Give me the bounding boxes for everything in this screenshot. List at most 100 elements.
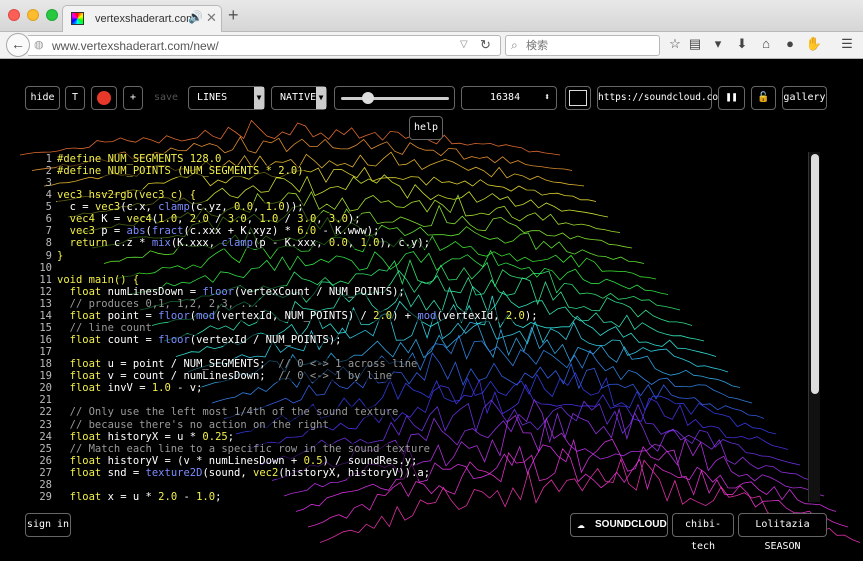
code-line[interactable]: 8 return c.z * mix(K.xxx, clamp(p - K.xx…	[36, 237, 431, 250]
code-line[interactable]: 20 float invV = 1.0 - v;	[36, 382, 203, 395]
code-token: float	[57, 382, 102, 395]
close-tab-icon[interactable]: ✕	[206, 10, 217, 26]
code-line[interactable]: 14 float point = floor(mod(vertexId, NUM…	[36, 309, 538, 322]
slider-thumb[interactable]	[362, 92, 375, 104]
back-button[interactable]: ←	[6, 33, 30, 57]
help-button[interactable]: help	[409, 116, 443, 140]
soundcloud-button[interactable]: ☁ SOUNDCLOUD	[570, 513, 668, 537]
code-line[interactable]: 24 float historyX = u * 0.25;	[36, 430, 235, 443]
code-line[interactable]: 12 float numLinesDown = floor(vertexCoun…	[36, 285, 405, 298]
code-line[interactable]: 7 vec3 p = abs(fract(c.xxx + K.xyz) * 6.…	[36, 225, 380, 238]
code-line[interactable]: 11 void main() {	[36, 273, 140, 286]
line-number: 13	[39, 297, 52, 310]
blend-select[interactable]: NATIVE ▼	[271, 86, 327, 110]
download-icon[interactable]: ⬇	[733, 36, 751, 52]
code-line[interactable]: 26 float historyV = (v * numLinesDown + …	[36, 454, 418, 467]
background-color-picker[interactable]	[565, 86, 591, 110]
close-window-button[interactable]	[8, 9, 20, 21]
search-input[interactable]	[526, 38, 656, 53]
code-token: 2.0	[373, 309, 393, 322]
line-number: 17	[39, 346, 52, 359]
code-token: texture2D	[145, 466, 203, 479]
code-text: float snd = texture2D(sound, vec2(histor…	[57, 466, 431, 479]
code-line[interactable]: 29 float x = u * 2.0 - 1.0;	[36, 490, 222, 503]
code-token: return	[57, 237, 108, 250]
menu-icon[interactable]: ☰	[838, 36, 856, 52]
new-button[interactable]: +	[123, 86, 143, 110]
url-bar[interactable]: ◍ www.vertexshaderart.com/new/ ▽ ↻	[28, 35, 501, 56]
code-token: 0.25	[202, 430, 228, 443]
code-line[interactable]: 4 vec3 hsv2rgb(vec3 c) {	[36, 189, 197, 202]
line-number: 15	[39, 321, 52, 334]
code-line[interactable]: 2 #define NUM_POINTS (NUM_SEGMENTS * 2.0)	[36, 165, 304, 178]
code-token: vec2	[253, 466, 279, 479]
code-line[interactable]: 28	[36, 479, 57, 491]
hide-button[interactable]: hide	[25, 86, 60, 110]
code-line[interactable]: 5 c = vec3(c.x, clamp(c.yz, 0.0, 1.0));	[36, 201, 304, 214]
code-token: (c.xxx + K.xyz) *	[183, 225, 298, 238]
code-line[interactable]: 3	[36, 177, 57, 189]
code-line[interactable]: 17	[36, 346, 57, 358]
code-line[interactable]: 23 // because there's no action on the r…	[36, 418, 329, 431]
code-token: -	[177, 490, 197, 503]
save-button[interactable]: save	[150, 86, 182, 110]
track-link[interactable]: Lolitazia SEASON	[738, 513, 827, 552]
code-line[interactable]: 15 // line count	[36, 321, 152, 334]
search-bar[interactable]: ⌕	[505, 35, 660, 56]
code-line[interactable]: 21	[36, 394, 57, 406]
time-slider[interactable]	[334, 86, 455, 110]
spinner-icon[interactable]: ⬍	[544, 87, 550, 109]
code-line[interactable]: 10	[36, 262, 57, 274]
code-token: 6.0	[297, 225, 317, 238]
reading-list-icon[interactable]: ▤	[686, 36, 704, 52]
artist-link[interactable]: chibi-tech	[672, 513, 734, 552]
new-tab-button[interactable]: +	[228, 6, 239, 24]
code-token: 0.0	[234, 201, 254, 214]
code-line[interactable]: 27 float snd = texture2D(sound, vec2(his…	[36, 466, 431, 479]
code-token: vec4	[126, 213, 152, 226]
line-number: 3	[45, 177, 52, 190]
editor-scrollbar[interactable]	[808, 152, 820, 502]
browser-tab[interactable]: vertexshaderart.com 🔊 ✕	[62, 5, 222, 32]
code-line[interactable]: 9}	[36, 249, 64, 262]
code-line[interactable]: 18 float u = point / NUM_SEGMENTS; // 0 …	[36, 358, 418, 371]
mode-select[interactable]: LINES ▼	[188, 86, 265, 110]
scroll-thumb[interactable]	[811, 154, 819, 394]
code-line[interactable]: 1 #define NUM_SEGMENTS 128.0	[36, 153, 222, 165]
soundcloud-url-input[interactable]: https://soundcloud.com	[597, 86, 724, 110]
star-icon[interactable]: ☆	[666, 36, 684, 52]
reload-icon[interactable]: ↻	[480, 37, 491, 53]
code-line[interactable]: 6 vec4 K = vec4(1.0, 2.0 / 3.0, 1.0 / 3.…	[36, 213, 361, 226]
gallery-button[interactable]: gallery	[782, 86, 827, 110]
zoom-window-button[interactable]	[46, 9, 58, 21]
pocket-icon[interactable]: ▾	[709, 36, 727, 52]
code-line[interactable]: 25 // Match each line to a specific row …	[36, 442, 430, 455]
code-token: ,	[347, 237, 361, 250]
code-editor[interactable]: 1 #define NUM_SEGMENTS 128.0 2 #define NUM_…	[36, 153, 816, 503]
speaker-icon[interactable]: 🔊	[188, 10, 203, 24]
code-token: ;	[227, 430, 235, 443]
line-number: 24	[39, 430, 52, 443]
sign-in-button[interactable]: sign in	[25, 513, 71, 537]
hand-icon[interactable]: ✋	[805, 36, 823, 52]
code-token: (vertexId, NUM_POINTS) /	[215, 309, 374, 322]
minimize-window-button[interactable]	[27, 9, 39, 21]
code-line[interactable]: 16 float count = floor(vertexId / NUM_PO…	[36, 334, 342, 347]
vertex-count-input[interactable]: 16384 ⬍	[461, 86, 557, 110]
line-number: 7	[45, 225, 52, 238]
text-toggle-button[interactable]: T	[65, 86, 85, 110]
home-icon[interactable]: ⌂	[757, 36, 775, 51]
chevron-down-icon[interactable]: ▽	[460, 39, 468, 50]
record-button[interactable]	[91, 86, 117, 110]
line-number: 21	[39, 394, 52, 407]
code-token: x = u *	[101, 490, 159, 503]
pause-button[interactable]: ❚❚	[718, 86, 745, 110]
line-number: 10	[39, 261, 52, 274]
code-line[interactable]: 13 // produces 0,1, 1,2, 2,3, ...	[36, 297, 260, 310]
chat-icon[interactable]: ●	[781, 36, 799, 51]
code-line[interactable]: 19 float v = count / numLinesDown; // 0 …	[36, 370, 393, 383]
lock-icon[interactable]: 🔓	[751, 86, 776, 110]
code-token: p =	[94, 225, 127, 238]
code-line[interactable]: 22 // Only use the left most 1/4th of th…	[36, 406, 399, 419]
url-text[interactable]: www.vertexshaderart.com/new/	[52, 39, 219, 53]
